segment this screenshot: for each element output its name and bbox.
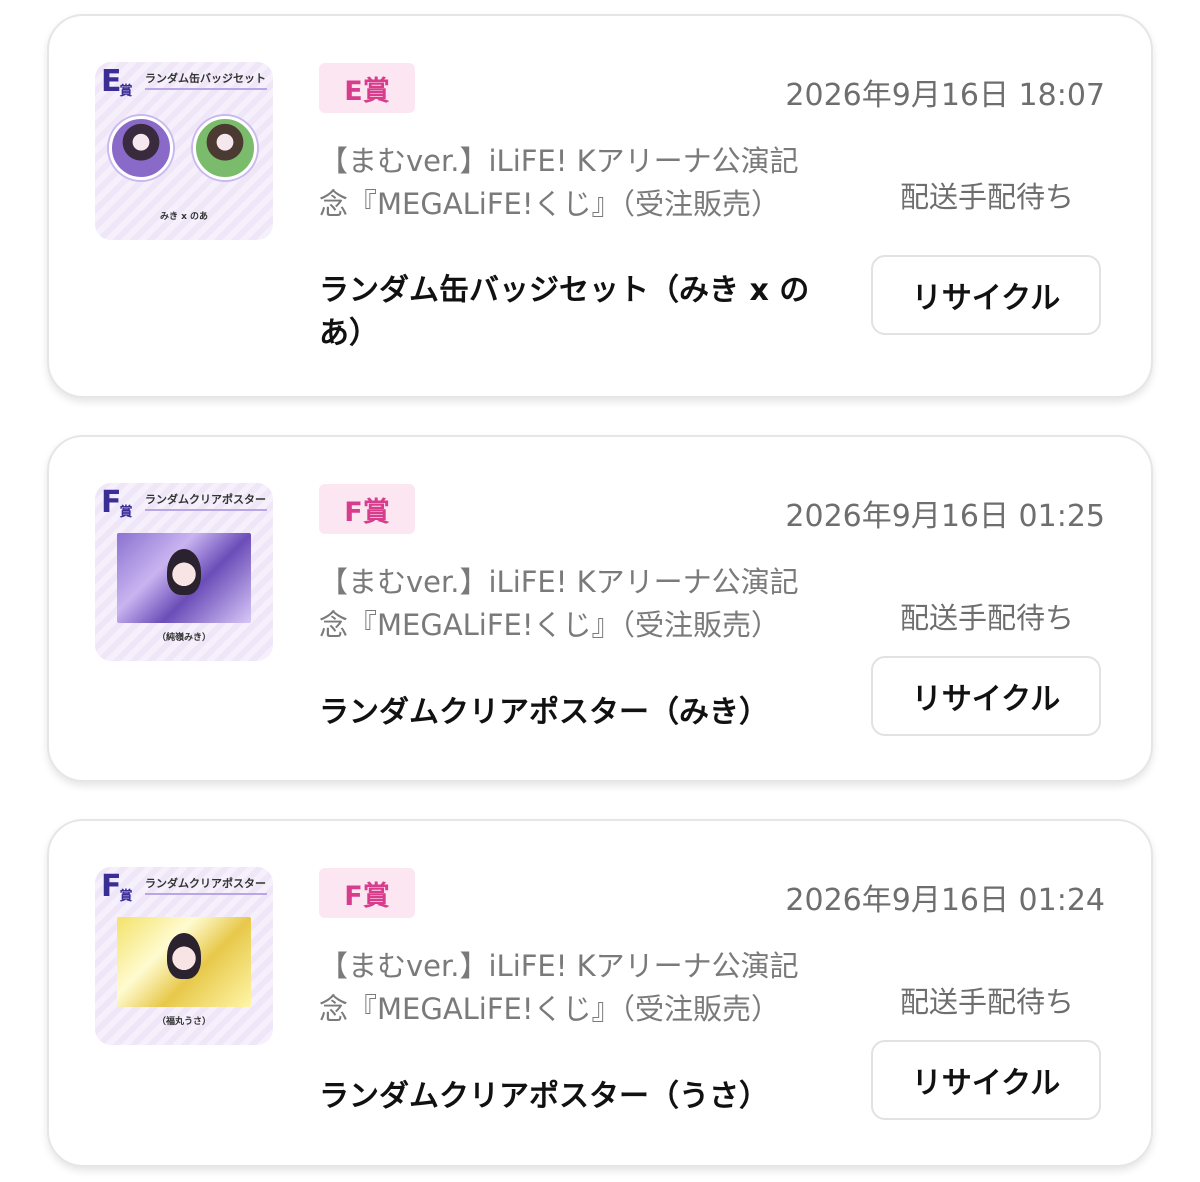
product-thumbnail: F賞 ランダムクリアポスター （福丸うさ）	[95, 867, 273, 1045]
prize-letter-logo: F賞	[101, 485, 133, 520]
prize-letter-logo: F賞	[101, 869, 133, 904]
campaign-name: 【まむver.】iLiFE! Kアリーナ公演記念『MEGALiFE!くじ』（受注…	[319, 565, 799, 642]
product-name: ランダムクリアポスター（うさ）	[319, 1079, 769, 1114]
prize-card: E賞 ランダム缶バッジセット みき x のあ E賞 2026年9月16日 18:…	[47, 14, 1153, 398]
draw-date: 2026年9月16日 01:24	[785, 883, 1105, 918]
product-thumbnail: E賞 ランダム缶バッジセット みき x のあ	[95, 62, 273, 240]
prize-tag: E賞	[319, 63, 415, 113]
can-badge-image	[193, 116, 257, 180]
shipping-status: 配送手配待ち	[899, 601, 1074, 635]
can-badge-image	[109, 116, 173, 180]
product-name: ランダムクリアポスター（みき）	[319, 695, 769, 730]
prize-tag: F賞	[319, 484, 415, 534]
draw-date: 2026年9月16日 18:07	[785, 78, 1105, 113]
draw-date: 2026年9月16日 01:25	[785, 499, 1105, 534]
thumbnail-caption: みき x のあ	[159, 212, 209, 222]
thumbnail-caption: （福丸うさ）	[156, 1017, 211, 1027]
prize-card: F賞 ランダムクリアポスター （純嶺みき） F賞 2026年9月16日 01:2…	[47, 435, 1153, 782]
thumbnail-divider	[145, 88, 267, 90]
thumbnail-divider	[145, 509, 267, 511]
portrait-image	[167, 933, 201, 979]
thumbnail-title: ランダム缶バッジセット	[145, 72, 266, 85]
product-thumbnail: F賞 ランダムクリアポスター （純嶺みき）	[95, 483, 273, 661]
product-name: ランダム缶バッジセット（みき x のあ）	[319, 273, 810, 351]
poster-image	[117, 917, 251, 1007]
shipping-status: 配送手配待ち	[899, 985, 1074, 1019]
prize-letter-logo: E賞	[101, 64, 133, 99]
thumbnail-title: ランダムクリアポスター	[145, 877, 266, 890]
campaign-name: 【まむver.】iLiFE! Kアリーナ公演記念『MEGALiFE!くじ』（受注…	[319, 144, 799, 221]
recycle-button[interactable]: リサイクル	[871, 656, 1101, 736]
poster-image	[117, 533, 251, 623]
prize-tag: F賞	[319, 868, 415, 918]
portrait-image	[167, 549, 201, 595]
thumbnail-caption: （純嶺みき）	[156, 633, 211, 643]
campaign-name: 【まむver.】iLiFE! Kアリーナ公演記念『MEGALiFE!くじ』（受注…	[319, 949, 799, 1026]
shipping-status: 配送手配待ち	[899, 180, 1074, 214]
recycle-button[interactable]: リサイクル	[871, 255, 1101, 335]
prize-card: F賞 ランダムクリアポスター （福丸うさ） F賞 2026年9月16日 01:2…	[47, 819, 1153, 1167]
thumbnail-title: ランダムクリアポスター	[145, 493, 266, 506]
thumbnail-divider	[145, 893, 267, 895]
recycle-button[interactable]: リサイクル	[871, 1040, 1101, 1120]
